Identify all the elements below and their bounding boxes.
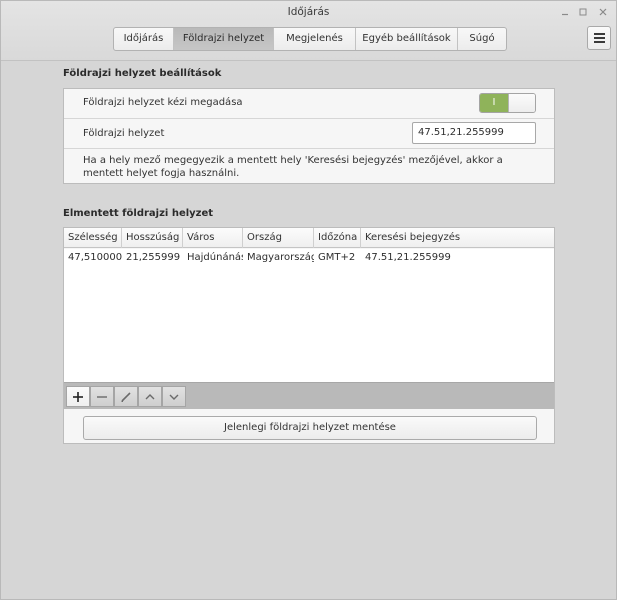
cell-city: Hajdúnánás: [187, 252, 243, 263]
divider: [64, 118, 554, 119]
manual-location-toggle[interactable]: I: [479, 93, 536, 113]
saved-locations-table: Szélesség Hosszúság Város Ország Időzóna…: [63, 227, 555, 444]
tab-sugo[interactable]: Súgó: [458, 28, 506, 50]
cell-country: Magyarország: [247, 252, 314, 263]
tab-idojaras[interactable]: Időjárás: [114, 28, 174, 50]
column-header-country[interactable]: Ország: [243, 228, 314, 248]
location-input[interactable]: 47.51,21.255999: [412, 122, 536, 144]
tab-bar: Időjárás Földrajzi helyzet Megjelenés Eg…: [113, 27, 507, 51]
chevron-up-icon[interactable]: [138, 386, 162, 407]
chevron-down-icon[interactable]: [162, 386, 186, 407]
table-row[interactable]: 47,510000 21,255999 Hajdúnánás Magyarors…: [64, 249, 554, 267]
menu-line: [593, 33, 605, 35]
column-header-timezone[interactable]: Időzóna: [314, 228, 361, 248]
table-body: 47,510000 21,255999 Hajdúnánás Magyarors…: [64, 249, 554, 382]
divider: [64, 148, 554, 149]
location-note: Ha a hely mező megegyezik a mentett hely…: [83, 155, 503, 179]
toggle-on-indicator: I: [480, 94, 508, 112]
titlebar: Időjárás Időjárás Földrajzi helyzet Megj…: [1, 1, 616, 61]
cell-longitude: 21,255999: [126, 252, 181, 263]
table-toolbar: [64, 382, 554, 409]
location-label: Földrajzi helyzet: [83, 128, 165, 139]
menu-line: [593, 41, 605, 43]
minus-icon[interactable]: [90, 386, 114, 407]
cell-timezone: GMT+2: [318, 252, 356, 263]
cell-search-entry: 47.51,21.255999: [365, 252, 451, 263]
plus-icon[interactable]: [66, 386, 90, 407]
saved-locations-heading: Elmentett földrajzi helyzet: [63, 208, 214, 219]
menu-line: [593, 37, 605, 39]
tab-foldrajzi-helyzet[interactable]: Földrajzi helyzet: [174, 28, 274, 50]
window-title: Időjárás: [287, 6, 330, 18]
hamburger-menu-icon[interactable]: [587, 26, 611, 50]
column-header-longitude[interactable]: Hosszúság: [122, 228, 183, 248]
manual-location-label: Földrajzi helyzet kézi megadása: [83, 97, 243, 108]
column-header-latitude[interactable]: Szélesség: [64, 228, 122, 248]
pencil-icon[interactable]: [114, 386, 138, 407]
location-settings-heading: Földrajzi helyzet beállítások: [63, 68, 222, 79]
window: Időjárás Időjárás Földrajzi helyzet Megj…: [0, 0, 617, 600]
close-icon[interactable]: [595, 4, 611, 20]
table-header: Szélesség Hosszúság Város Ország Időzóna…: [64, 228, 554, 248]
column-header-city[interactable]: Város: [183, 228, 243, 248]
save-current-location-button[interactable]: Jelenlegi földrajzi helyzet mentése: [83, 416, 537, 440]
tab-egyeb-beallitasok[interactable]: Egyéb beállítások: [356, 28, 458, 50]
maximize-icon[interactable]: [575, 4, 591, 20]
cell-latitude: 47,510000: [68, 252, 122, 263]
tab-megjelenes[interactable]: Megjelenés: [274, 28, 356, 50]
minimize-icon[interactable]: [557, 4, 573, 20]
column-header-search-entry[interactable]: Keresési bejegyzés: [361, 228, 554, 248]
toggle-knob: [508, 94, 535, 112]
